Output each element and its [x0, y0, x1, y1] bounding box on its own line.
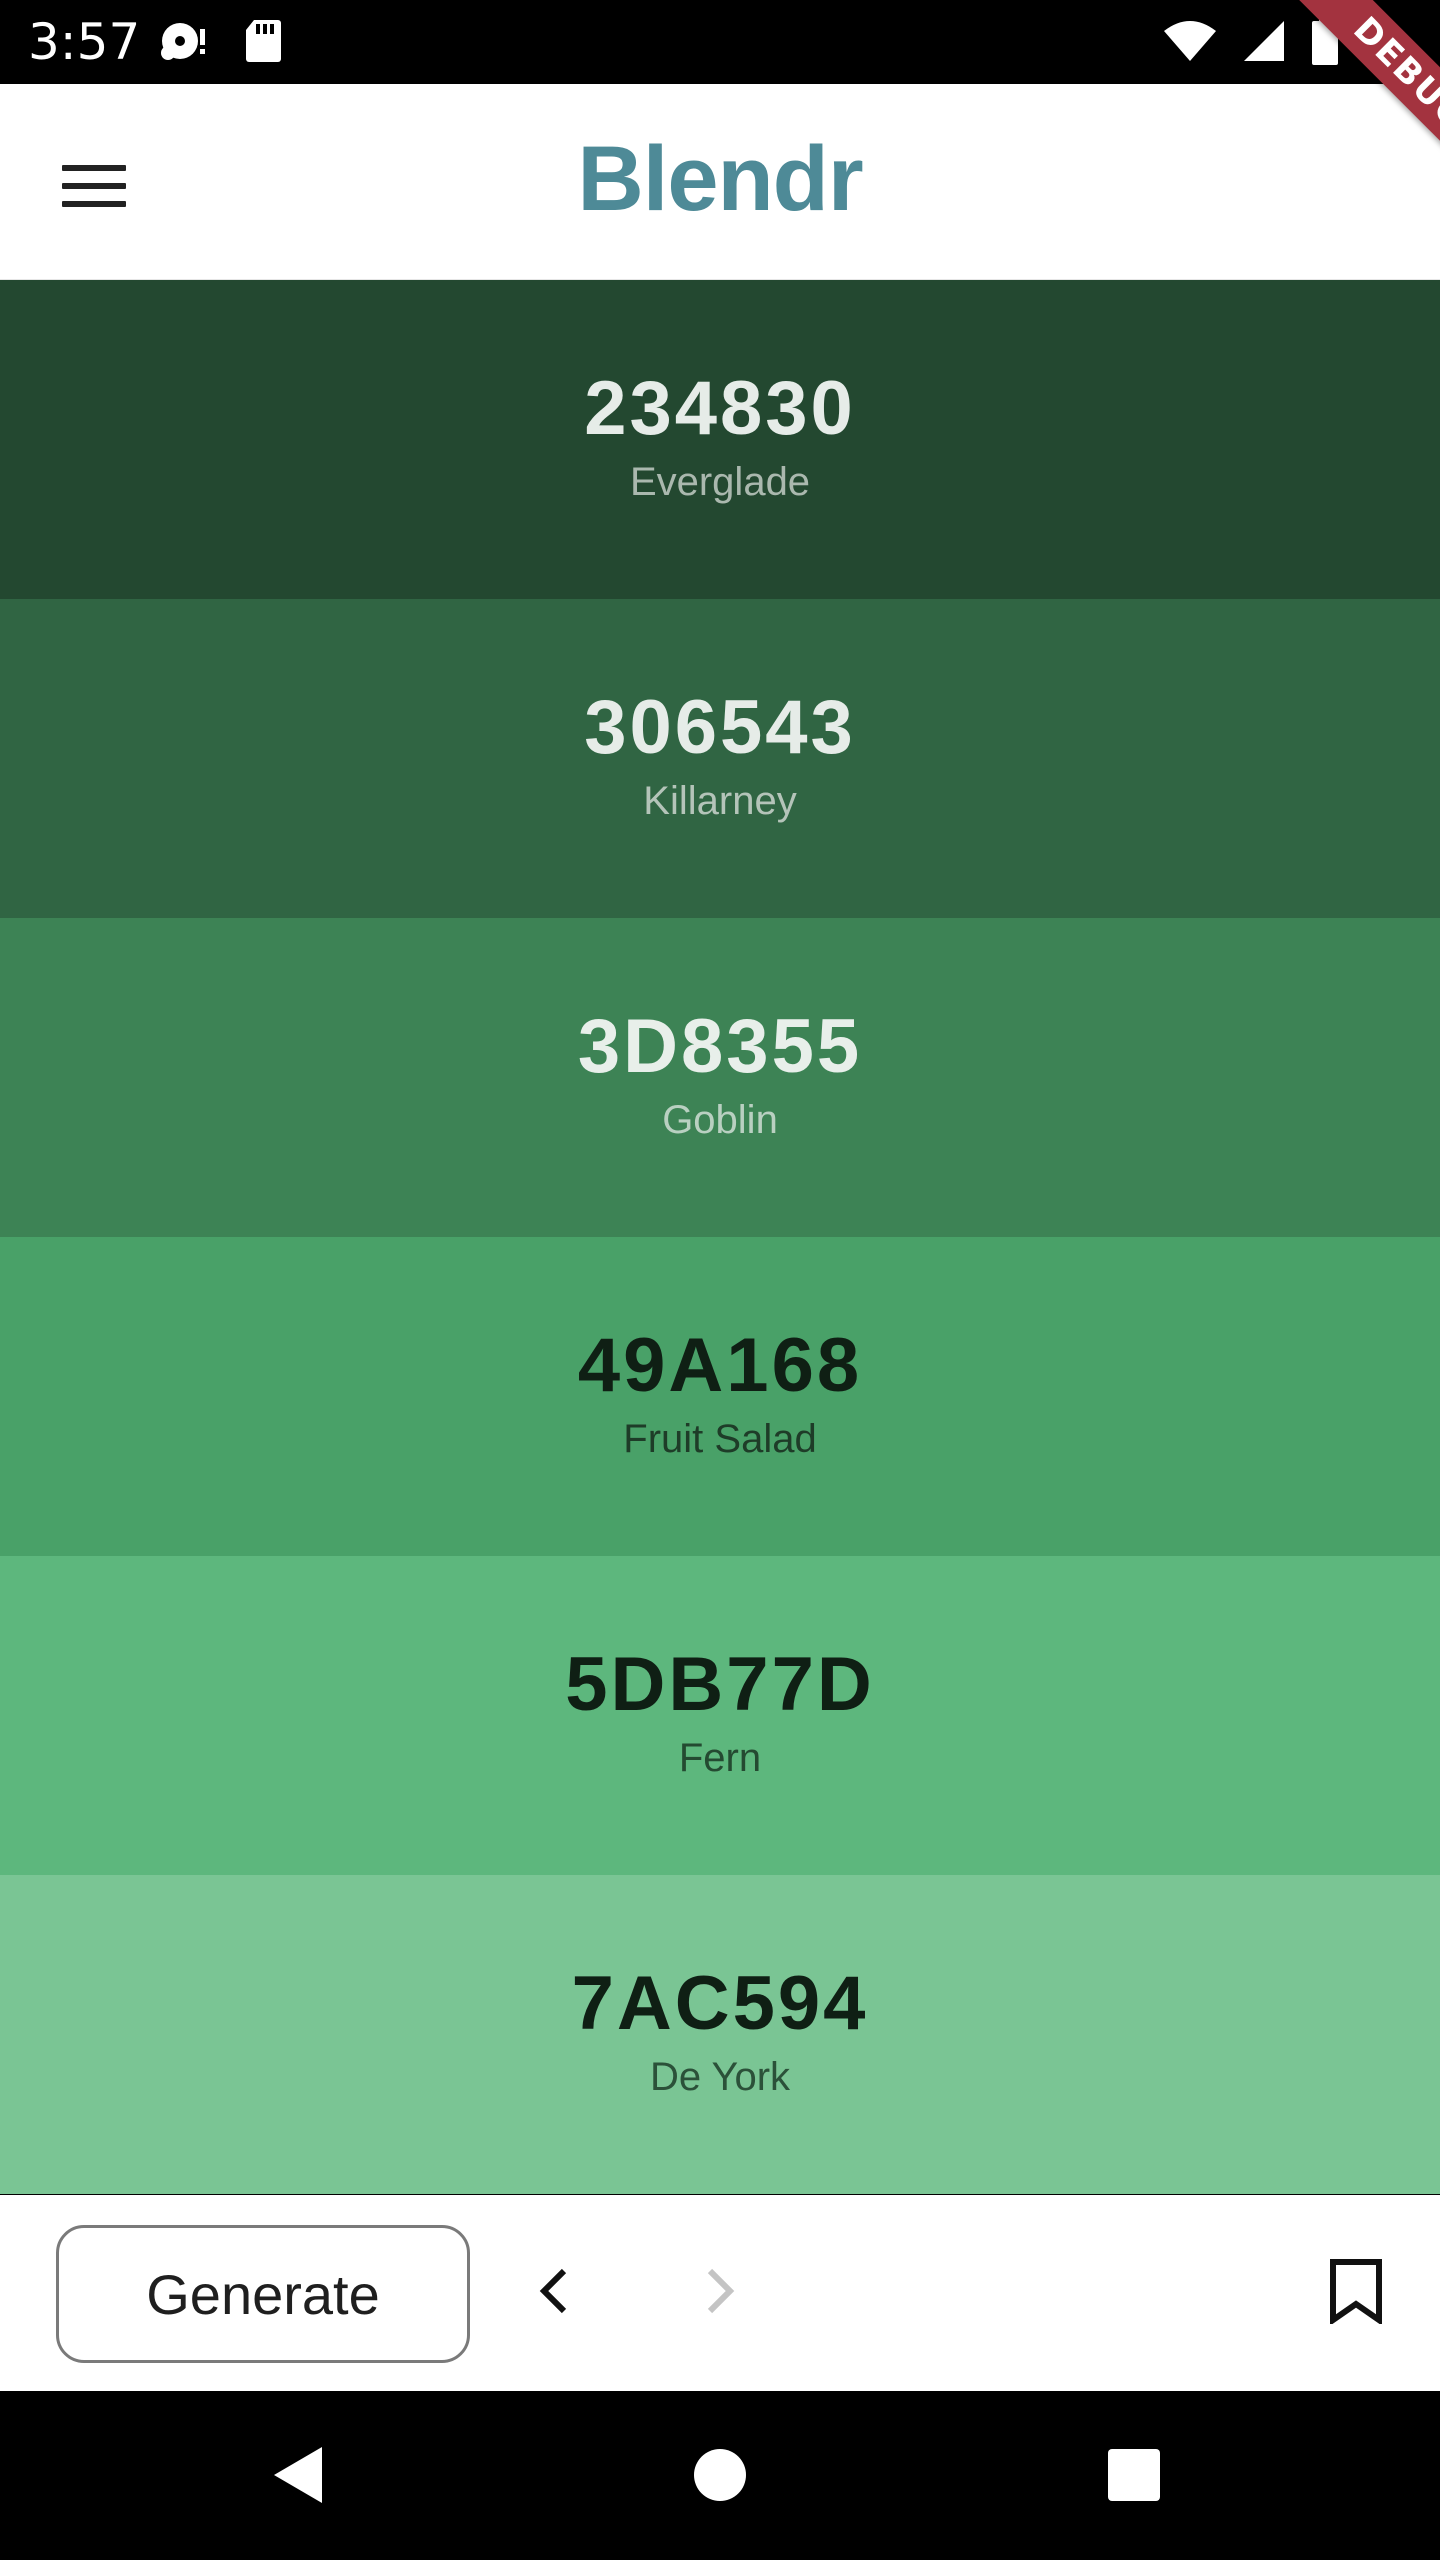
status-bar: 3:57 [0, 0, 1440, 84]
swatch-name: Goblin [662, 1097, 778, 1142]
chevron-left-icon [534, 2265, 574, 2322]
media-icon [160, 19, 210, 68]
swatch-name: Killarney [643, 778, 797, 823]
next-button[interactable] [670, 2243, 770, 2343]
swatch-hex: 5DB77D [565, 1641, 875, 1727]
bookmark-icon [1328, 2258, 1384, 2329]
home-icon [692, 2447, 748, 2508]
palette-list: 234830 Everglade 306543 Killarney 3D8355… [0, 280, 1440, 2194]
previous-button[interactable] [504, 2243, 604, 2343]
swatch-hex: 49A168 [577, 1322, 863, 1408]
swatch-name: De York [649, 2054, 791, 2099]
color-swatch[interactable]: 234830 Everglade [0, 280, 1440, 599]
chevron-right-icon [700, 2265, 740, 2322]
color-swatch[interactable]: 306543 Killarney [0, 599, 1440, 918]
color-swatch[interactable]: 7AC594 De York [0, 1875, 1440, 2194]
recents-icon [1106, 2447, 1162, 2508]
system-home-button[interactable] [672, 2429, 768, 2525]
system-back-button[interactable] [250, 2429, 346, 2525]
generate-button[interactable]: Generate [56, 2225, 470, 2363]
wifi-icon [1162, 19, 1218, 68]
color-swatch[interactable]: 3D8355 Goblin [0, 918, 1440, 1237]
color-swatch[interactable]: 5DB77D Fern [0, 1556, 1440, 1875]
app-title: Blendr [577, 128, 863, 230]
status-left-icons [160, 18, 282, 69]
sd-card-icon [244, 18, 282, 69]
status-time: 3:57 [28, 13, 141, 71]
system-recents-button[interactable] [1086, 2429, 1182, 2525]
back-icon [268, 2443, 328, 2512]
swatch-name: Fern [678, 1735, 762, 1780]
battery-icon [1310, 16, 1340, 71]
swatch-hex: 234830 [584, 365, 856, 451]
swatch-hex: 3D8355 [577, 1003, 863, 1089]
bottom-toolbar: Generate [0, 2195, 1440, 2391]
color-swatch[interactable]: 49A168 Fruit Salad [0, 1237, 1440, 1556]
bookmark-button[interactable] [1306, 2243, 1406, 2343]
status-right-icons [1162, 16, 1340, 71]
swatch-hex: 7AC594 [571, 1960, 869, 2046]
swatch-name: Fruit Salad [623, 1416, 817, 1461]
system-nav-bar [0, 2391, 1440, 2560]
app-bar: Blendr [0, 84, 1440, 280]
swatch-name: Everglade [629, 459, 811, 504]
signal-icon [1242, 19, 1286, 68]
swatch-hex: 306543 [584, 684, 856, 770]
